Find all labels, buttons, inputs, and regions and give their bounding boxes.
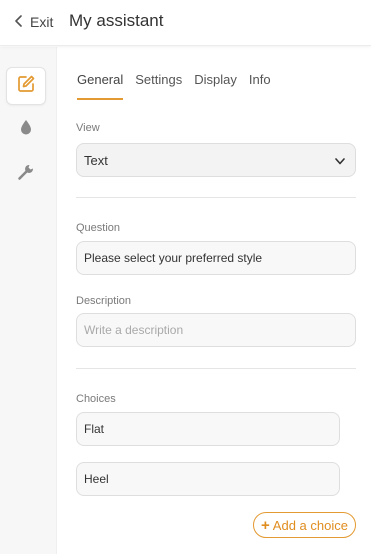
add-choice-label: Add a choice <box>272 517 348 533</box>
view-label: View <box>76 122 100 134</box>
choice-input[interactable]: Flat <box>76 412 340 446</box>
exit-label: Exit <box>30 14 54 30</box>
description-label: Description <box>76 295 132 307</box>
sidebar-item-edit[interactable] <box>6 67 46 105</box>
tab-settings[interactable]: Settings <box>135 72 182 100</box>
exit-button[interactable]: Exit <box>14 12 53 32</box>
divider <box>76 197 356 198</box>
tab-bar: General Settings Display Info <box>77 72 271 100</box>
edit-icon <box>16 74 36 99</box>
sidebar-item-style[interactable] <box>6 110 46 148</box>
add-choice-button[interactable]: + Add a choice <box>253 512 356 538</box>
sidebar-item-tools[interactable] <box>6 155 46 193</box>
chevron-left-icon <box>14 14 24 30</box>
question-label: Question <box>76 222 121 234</box>
description-input[interactable]: Write a description <box>76 313 356 347</box>
chevron-down-icon <box>335 153 345 168</box>
editor-panel: General Settings Display Info View Text … <box>57 47 371 554</box>
drop-icon <box>16 117 36 142</box>
choice-input[interactable]: Heel <box>76 462 340 496</box>
header: Exit My assistant <box>0 0 371 46</box>
sidebar <box>0 47 57 554</box>
tab-info[interactable]: Info <box>249 72 271 100</box>
tab-general[interactable]: General <box>77 72 124 100</box>
divider <box>76 368 356 369</box>
question-input[interactable]: Please select your preferred style <box>76 241 356 275</box>
view-select[interactable]: Text <box>76 143 356 177</box>
tab-display[interactable]: Display <box>194 72 237 100</box>
choices-label: Choices <box>76 393 116 405</box>
page-title: My assistant <box>69 11 164 30</box>
plus-icon: + <box>261 516 270 534</box>
view-select-value: Text <box>84 152 108 168</box>
wrench-icon <box>16 162 36 187</box>
